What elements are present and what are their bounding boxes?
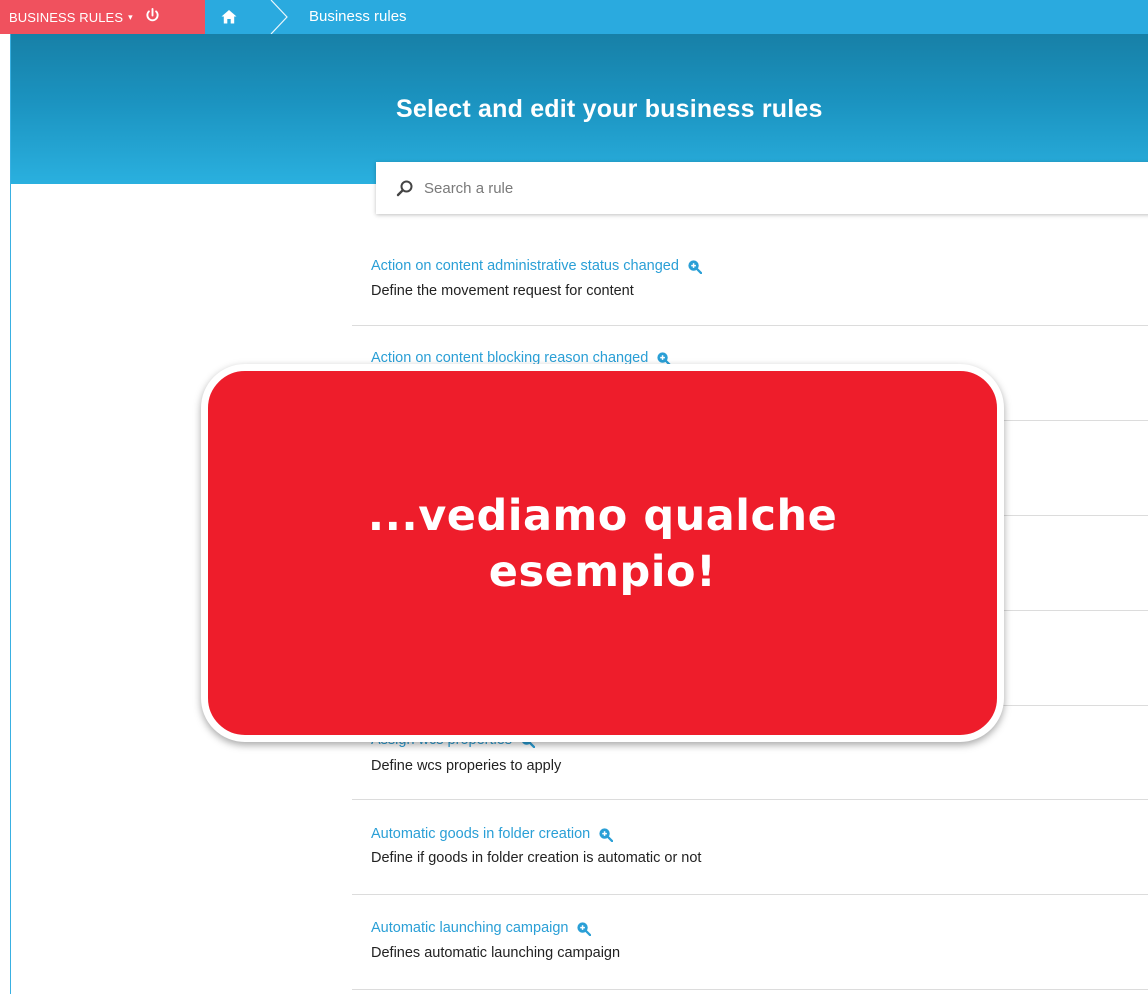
rule-description: Defines automatic launching campaign — [371, 945, 621, 961]
search-input[interactable] — [422, 178, 1126, 198]
zoom-in-icon[interactable] — [576, 921, 592, 936]
callout-text: ...vediamo qualche esempio! — [367, 491, 838, 597]
rule-title-text[interactable]: Automatic goods in folder creation — [371, 826, 590, 842]
module-menu-button[interactable]: BUSINESS RULES ▾ — [0, 0, 205, 34]
rule-item[interactable]: Automatic launching campaign Defines aut… — [352, 895, 1148, 990]
breadcrumb-current[interactable]: Business rules — [309, 0, 407, 34]
rule-title-text[interactable]: Action on content administrative status … — [371, 258, 679, 274]
rule-item[interactable]: Action on content administrative status … — [352, 231, 1148, 326]
chevron-down-icon: ▾ — [128, 11, 133, 22]
page-title: Select and edit your business rules — [396, 95, 823, 123]
home-icon[interactable] — [220, 8, 238, 26]
zoom-in-icon[interactable] — [598, 827, 614, 842]
rule-title-link[interactable]: Action on content administrative status … — [371, 258, 702, 274]
top-breadcrumb-bar: BUSINESS RULES ▾ Business rules — [0, 0, 1148, 34]
rule-description: Define wcs properies to apply — [371, 758, 562, 774]
power-icon[interactable] — [145, 7, 160, 27]
rule-title-text[interactable]: Automatic launching campaign — [371, 920, 568, 936]
rule-title-link[interactable]: Automatic launching campaign — [371, 920, 592, 936]
zoom-in-icon[interactable] — [687, 259, 702, 274]
search-box[interactable] — [376, 162, 1148, 214]
breadcrumb-separator-icon — [270, 0, 288, 34]
rule-item[interactable]: Automatic goods in folder creation Defin… — [352, 800, 1148, 895]
rule-description: Define if goods in folder creation is au… — [371, 850, 702, 866]
overlay-callout: ...vediamo qualche esempio! — [201, 364, 1004, 742]
page: BUSINESS RULES ▾ Business rules Select a… — [0, 0, 1148, 994]
search-icon — [396, 180, 413, 197]
rule-title-link[interactable]: Automatic goods in folder creation — [371, 826, 614, 842]
rule-description: Define the movement request for content — [371, 283, 634, 299]
module-label: BUSINESS RULES — [9, 9, 124, 25]
